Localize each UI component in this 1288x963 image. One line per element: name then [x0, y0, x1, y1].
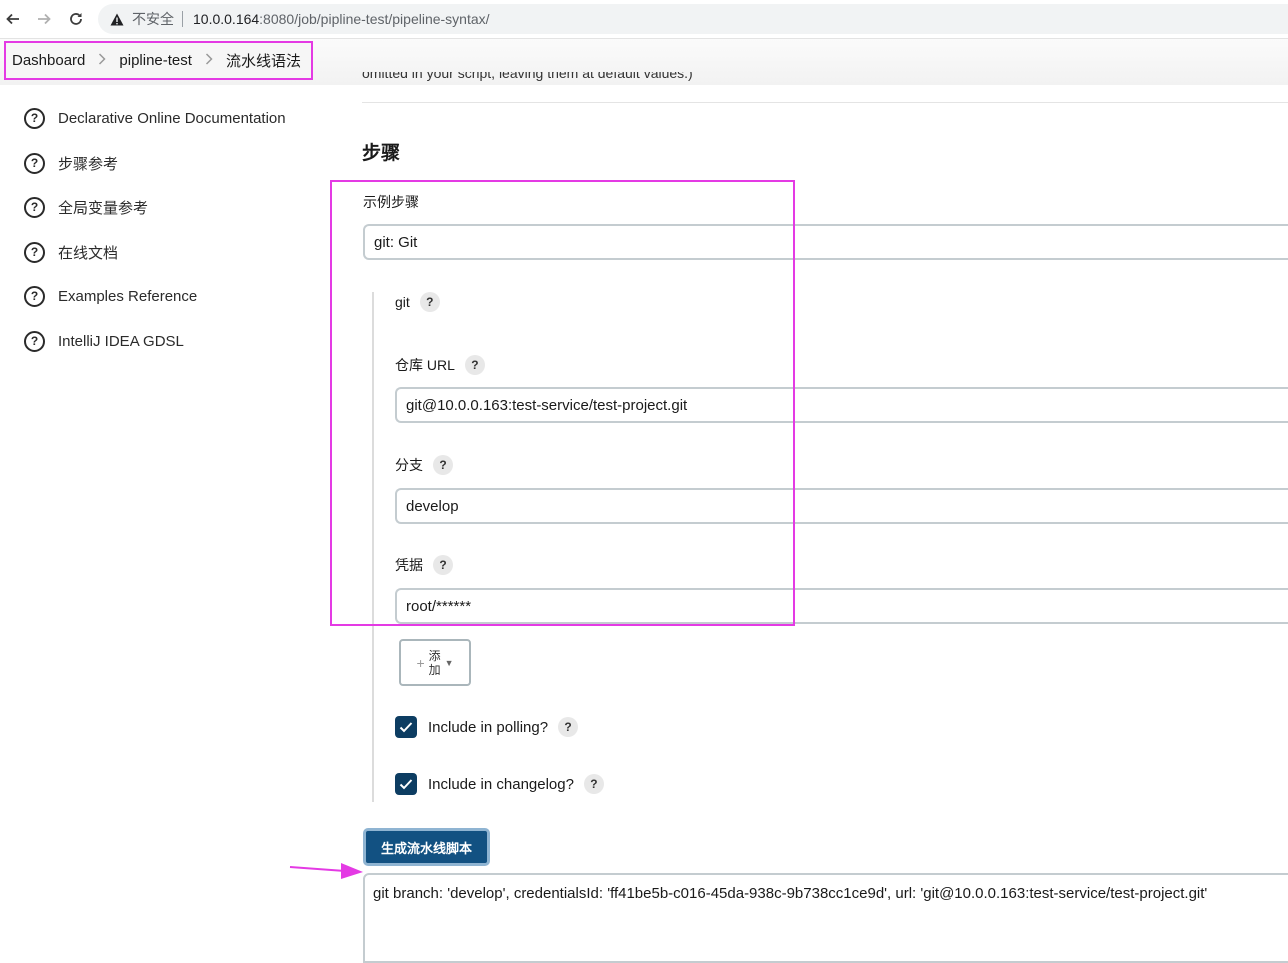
- warning-triangle-icon: [110, 11, 126, 27]
- chevron-right-icon: [98, 52, 106, 69]
- generated-script-text: git branch: 'develop', credentialsId: 'f…: [373, 885, 1208, 902]
- include-changelog-row: Include in changelog? ?: [395, 773, 604, 795]
- help-circle-icon: ?: [24, 107, 45, 129]
- repo-url-label-text: 仓库 URL: [395, 357, 455, 373]
- credentials-select[interactable]: [395, 588, 1288, 624]
- include-polling-label: Include in polling?: [428, 718, 549, 736]
- credentials-label-text: 凭据: [395, 557, 423, 573]
- section-title-steps: 步骤: [362, 143, 401, 164]
- caret-down-icon: ▼: [444, 657, 454, 668]
- sidebar-item-step-reference[interactable]: ? 步骤参考: [24, 152, 118, 174]
- sidebar-item-examples[interactable]: ? Examples Reference: [24, 285, 197, 307]
- sidebar-item-label: IntelliJ IDEA GDSL: [58, 332, 184, 350]
- checkmark-icon: [399, 779, 413, 790]
- back-arrow-icon[interactable]: [0, 6, 26, 32]
- breadcrumb: Dashboard pipline-test 流水线语法: [4, 41, 313, 80]
- repo-url-label: 仓库 URL ?: [395, 355, 485, 375]
- sidebar-item-label: 在线文档: [58, 244, 119, 262]
- help-icon[interactable]: ?: [558, 717, 579, 737]
- nested-section-rule: [372, 292, 374, 802]
- add-credentials-button[interactable]: + 添加 ▼: [399, 639, 471, 686]
- sidebar-item-declarative-docs[interactable]: ? Declarative Online Documentation: [24, 107, 286, 129]
- url-host: 10.0.0.164: [193, 11, 260, 27]
- breadcrumb-pipeline-syntax[interactable]: 流水线语法: [226, 50, 301, 71]
- sidebar-item-label: 全局变量参考: [58, 199, 149, 217]
- help-icon[interactable]: ?: [433, 455, 453, 475]
- sample-step-label-text: 示例步骤: [363, 194, 419, 210]
- include-changelog-label: Include in changelog?: [428, 775, 574, 793]
- url-path: :8080/job/pipline-test/pipeline-syntax/: [259, 11, 490, 27]
- sidebar-item-global-variables[interactable]: ? 全局变量参考: [24, 196, 148, 218]
- sidebar-item-online-docs[interactable]: ? 在线文档: [24, 241, 118, 263]
- help-circle-icon: ?: [24, 241, 45, 263]
- generate-pipeline-script-button[interactable]: 生成流水线脚本: [363, 828, 490, 866]
- help-icon[interactable]: ?: [419, 292, 440, 312]
- help-icon[interactable]: ?: [433, 555, 453, 575]
- chevron-right-icon: [205, 52, 213, 69]
- help-icon[interactable]: ?: [464, 355, 485, 375]
- insecure-label: 不安全: [132, 11, 174, 27]
- sample-step-select[interactable]: [363, 224, 1288, 260]
- divider: [362, 102, 1288, 103]
- help-circle-icon: ?: [24, 330, 45, 352]
- plus-icon: +: [416, 654, 425, 671]
- reload-icon[interactable]: [63, 6, 89, 32]
- sidebar-item-label: Examples Reference: [58, 287, 198, 305]
- forward-arrow-icon[interactable]: [31, 6, 57, 32]
- checkmark-icon: [399, 722, 413, 733]
- branch-input[interactable]: [395, 488, 1288, 524]
- help-circle-icon: ?: [24, 285, 45, 307]
- branch-label-text: 分支: [395, 457, 423, 473]
- breadcrumb-dashboard[interactable]: Dashboard: [12, 52, 85, 69]
- include-polling-row: Include in polling? ?: [395, 716, 579, 738]
- repo-url-input[interactable]: [395, 387, 1288, 423]
- breadcrumb-job[interactable]: pipline-test: [119, 52, 192, 69]
- git-label: git ?: [395, 292, 440, 312]
- sidebar-item-intellij-gdsl[interactable]: ? IntelliJ IDEA GDSL: [24, 330, 184, 352]
- address-bar[interactable]: 不安全 10.0.0.164:8080/job/pipline-test/pip…: [98, 4, 1288, 34]
- credentials-label: 凭据 ?: [395, 555, 453, 575]
- browser-toolbar: 不安全 10.0.0.164:8080/job/pipline-test/pip…: [0, 0, 1288, 39]
- branch-label: 分支 ?: [395, 455, 453, 475]
- sample-step-label: 示例步骤: [363, 192, 419, 212]
- add-button-label: 添加: [428, 648, 441, 677]
- cut-off-description: omitted in your script, leaving them at …: [362, 72, 1262, 88]
- help-circle-icon: ?: [24, 196, 45, 218]
- sidebar-item-label: 步骤参考: [58, 155, 119, 173]
- include-polling-checkbox[interactable]: [395, 716, 417, 738]
- cut-off-text: omitted in your script, leaving them at …: [362, 72, 693, 81]
- help-icon[interactable]: ?: [583, 774, 604, 794]
- help-circle-icon: ?: [24, 152, 45, 174]
- address-separator: [182, 11, 183, 27]
- generated-script-output[interactable]: git branch: 'develop', credentialsId: 'f…: [363, 873, 1288, 963]
- include-changelog-checkbox[interactable]: [395, 773, 417, 795]
- sidebar-item-label: Declarative Online Documentation: [58, 109, 286, 127]
- git-label-text: git: [395, 294, 410, 310]
- annotation-arrow-icon: [289, 863, 363, 879]
